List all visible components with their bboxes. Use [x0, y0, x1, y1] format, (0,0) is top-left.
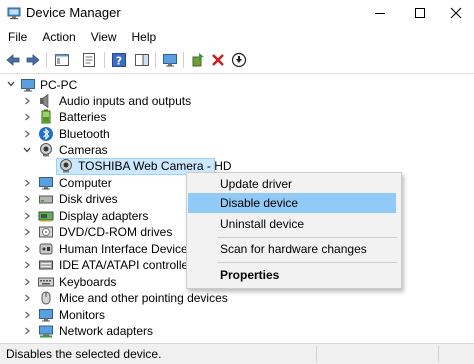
camera-icon [40, 143, 52, 157]
menu-view[interactable]: View [83, 27, 124, 47]
menu-file[interactable]: File [0, 27, 34, 47]
dvd-drive-icon [39, 226, 53, 238]
back-arrow-icon [6, 54, 20, 66]
svg-text:?: ? [116, 55, 122, 68]
uninstall-device-button[interactable] [208, 50, 228, 70]
chevron-down-icon[interactable] [6, 79, 16, 89]
toolbar-separator [183, 52, 184, 68]
display-adapter-icon [38, 211, 54, 222]
chevron-right-icon[interactable] [22, 112, 32, 122]
action-pane-button[interactable] [132, 50, 152, 70]
properties-button[interactable] [79, 50, 99, 70]
forward-button[interactable] [23, 50, 43, 70]
update-driver-icon [192, 53, 204, 67]
help-button[interactable]: ? [109, 50, 129, 70]
remove-x-icon [212, 54, 224, 66]
chevron-right-icon[interactable] [22, 194, 32, 204]
properties-icon [83, 53, 95, 67]
tree-category-label[interactable]: DVD/CD-ROM drives [59, 224, 172, 240]
computer-icon [21, 79, 35, 92]
minimize-icon [375, 13, 385, 14]
chevron-right-icon[interactable] [22, 326, 32, 336]
device-manager-icon [7, 7, 21, 20]
maximize-icon [415, 8, 425, 18]
tree-category-label[interactable]: Bluetooth [59, 126, 110, 142]
tree-category-label[interactable]: Display adapters [59, 208, 148, 224]
webcam-icon [60, 159, 72, 173]
tree-category-label[interactable]: Monitors [59, 307, 105, 323]
ctx-uninstall-device[interactable]: Uninstall device [188, 214, 396, 234]
ctx-properties[interactable]: Properties [188, 265, 396, 285]
update-driver-button[interactable] [188, 50, 208, 70]
help-icon: ? [112, 53, 126, 68]
status-bar: Disables the selected device. [0, 343, 474, 364]
tree-category-label[interactable]: Audio inputs and outputs [59, 93, 191, 109]
disk-drive-icon [39, 195, 53, 204]
tree-category-label[interactable]: Mice and other pointing devices [59, 290, 228, 306]
window-title: Device Manager [26, 5, 121, 20]
down-arrow-circle-icon [231, 52, 247, 68]
toolbar-separator [104, 52, 105, 68]
network-adapter-icon [39, 325, 53, 338]
menu-bar: File Action View Help [0, 27, 474, 47]
forward-arrow-icon [26, 54, 40, 66]
tree-category-label[interactable]: Computer [59, 175, 112, 191]
toolbar-separator [155, 52, 156, 68]
tree-category-label[interactable]: Cameras [59, 142, 108, 158]
tree-category-label[interactable]: Human Interface Devices [59, 241, 194, 257]
tree-category-label[interactable]: Keyboards [59, 274, 116, 290]
keyboard-icon [38, 277, 54, 287]
chevron-right-icon[interactable] [22, 293, 32, 303]
ide-controller-icon [39, 260, 53, 270]
chevron-right-icon[interactable] [22, 211, 32, 221]
tree-category-label[interactable]: Batteries [59, 109, 106, 125]
title-bar: Device Manager [0, 0, 474, 26]
chevron-down-icon[interactable] [22, 145, 32, 155]
ctx-update-driver[interactable]: Update driver [188, 174, 396, 194]
ctx-disable-device[interactable]: Disable device [188, 193, 396, 213]
mouse-icon [41, 291, 51, 305]
action-pane-icon [135, 54, 149, 66]
close-icon [450, 7, 462, 19]
context-menu-separator [217, 262, 397, 263]
chevron-right-icon[interactable] [22, 310, 32, 320]
device-manager-window: Device Manager File Action View Help ? P… [0, 0, 474, 364]
menu-help[interactable]: Help [124, 27, 164, 47]
chevron-right-icon[interactable] [22, 227, 32, 237]
show-hide-console-tree-button[interactable] [52, 50, 72, 70]
chevron-right-icon[interactable] [22, 244, 32, 254]
chevron-right-icon[interactable] [22, 129, 32, 139]
menu-action[interactable]: Action [34, 27, 82, 47]
chevron-right-icon[interactable] [22, 178, 32, 188]
tree-root-label[interactable]: PC-PC [40, 77, 77, 93]
computer-icon [39, 177, 53, 190]
chevron-right-icon[interactable] [22, 277, 32, 287]
maximize-button[interactable] [402, 0, 438, 26]
battery-icon [41, 109, 51, 124]
context-menu: Update driver Disable device Uninstall d… [186, 172, 402, 289]
tree-category-label[interactable]: IDE ATA/ATAPI controllers [59, 257, 198, 273]
scan-hardware-button[interactable] [160, 50, 180, 70]
toolbar: ? [0, 47, 474, 74]
tree-category-label[interactable]: Network adapters [59, 323, 153, 339]
console-tree-icon [55, 54, 69, 66]
status-divider [438, 346, 439, 362]
minimize-button[interactable] [362, 0, 398, 26]
ctx-scan-hardware[interactable]: Scan for hardware changes [188, 239, 396, 259]
scan-monitor-icon [163, 54, 177, 67]
back-button[interactable] [3, 50, 23, 70]
status-divider [316, 346, 317, 362]
chevron-right-icon[interactable] [22, 96, 32, 106]
hid-icon [39, 243, 53, 255]
monitor-icon [39, 309, 53, 322]
bluetooth-icon [39, 127, 53, 141]
status-text: Disables the selected device. [6, 347, 162, 361]
disable-device-button[interactable] [229, 50, 249, 70]
speaker-icon [40, 93, 49, 109]
chevron-right-icon[interactable] [22, 260, 32, 270]
context-menu-separator [217, 237, 397, 238]
toolbar-separator [46, 52, 47, 68]
tree-category-label[interactable]: Disk drives [59, 191, 118, 207]
close-button[interactable] [438, 0, 474, 26]
